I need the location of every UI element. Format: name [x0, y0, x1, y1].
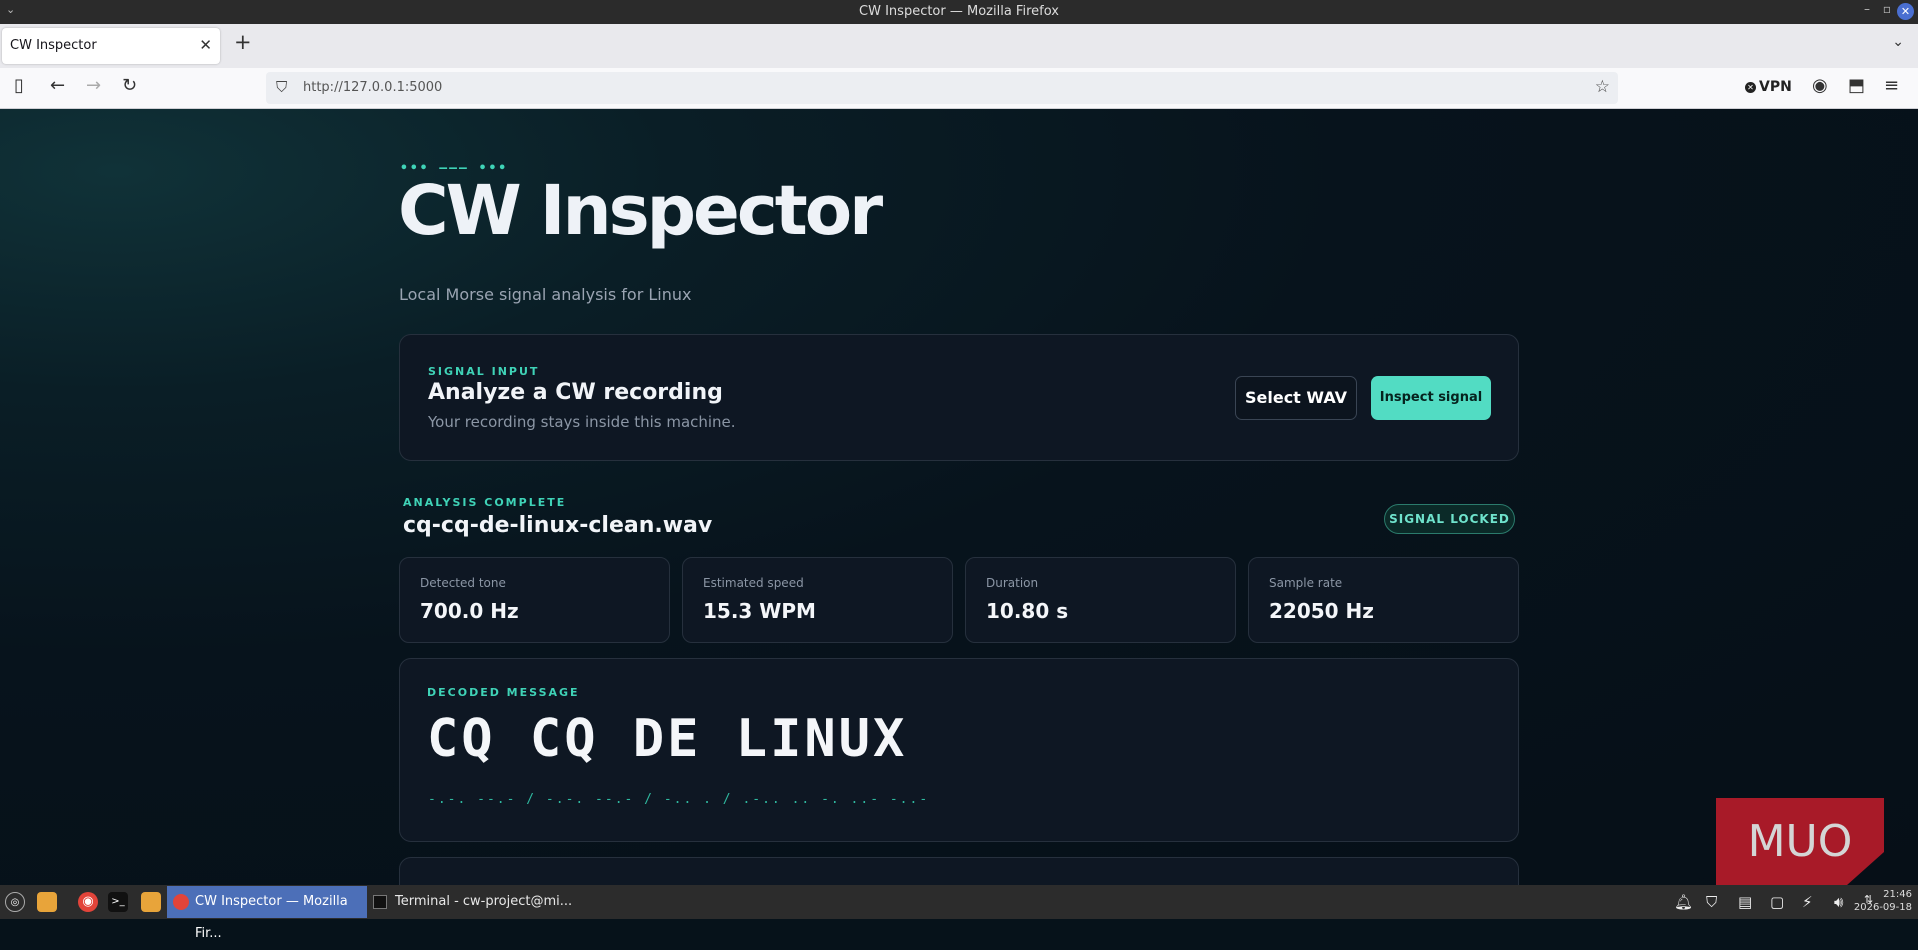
decoded-eyebrow: DECODED MESSAGE	[427, 686, 580, 699]
stat-value: 700.0 Hz	[420, 599, 519, 623]
page-subtitle: Local Morse signal analysis for Linux	[399, 285, 692, 304]
maximize-icon[interactable]: ▫	[1883, 2, 1891, 16]
stat-duration: Duration 10.80 s	[965, 557, 1236, 643]
account-icon[interactable]: ◉	[1812, 76, 1828, 96]
watermark-logo: MUO	[1716, 798, 1884, 885]
extensions-icon[interactable]: ⬒	[1848, 76, 1865, 96]
tab-bar: CW Inspector ✕ + ⌄	[0, 24, 1918, 68]
reload-icon[interactable]: ↻	[122, 76, 137, 96]
signal-input-eyebrow: SIGNAL INPUT	[428, 365, 540, 378]
close-window-icon[interactable]: ✕	[1897, 3, 1914, 20]
menu-icon[interactable]: ≡	[1884, 76, 1899, 96]
minimize-icon[interactable]: –	[1864, 2, 1870, 16]
stat-value: 15.3 WPM	[703, 599, 816, 623]
security-shield-icon[interactable]: ⛉	[1706, 893, 1717, 911]
signal-input-card: SIGNAL INPUT Analyze a CW recording Your…	[399, 334, 1519, 461]
sidebar-icon[interactable]: ▯	[14, 76, 24, 96]
window-title: CW Inspector — Mozilla Firefox	[859, 4, 1059, 19]
terminal-icon	[373, 895, 387, 909]
folder-icon[interactable]	[141, 892, 161, 912]
page-content: ••• ––– ••• CW Inspector Local Morse sig…	[0, 109, 1918, 885]
decoded-message-card: DECODED MESSAGE CQ CQ DE LINUX -.-. --.-…	[399, 658, 1519, 842]
tab-cw-inspector[interactable]: CW Inspector ✕	[2, 28, 220, 64]
stat-label: Sample rate	[1269, 576, 1343, 590]
vpn-button[interactable]: ✕ VPN	[1745, 79, 1792, 95]
vpn-off-icon: ✕	[1745, 82, 1756, 93]
stat-value: 10.80 s	[986, 599, 1069, 623]
firefox-icon	[173, 894, 189, 910]
stat-label: Detected tone	[420, 576, 506, 590]
url-text[interactable]: http://127.0.0.1:5000	[303, 80, 442, 95]
new-tab-icon[interactable]: +	[234, 30, 252, 54]
volume-icon[interactable]: 🔊︎	[1834, 893, 1843, 911]
display-icon[interactable]: ▢	[1770, 893, 1784, 911]
terminal-launcher-icon[interactable]: >_	[108, 892, 128, 912]
signal-input-description: Your recording stays inside this machine…	[428, 413, 736, 431]
analysis-eyebrow: ANALYSIS COMPLETE	[403, 496, 567, 509]
taskbar-item-label: CW Inspector — Mozilla Fir...	[195, 894, 348, 941]
close-tab-icon[interactable]: ✕	[199, 36, 212, 54]
forward-icon[interactable]: →	[86, 76, 101, 96]
signal-input-title: Analyze a CW recording	[428, 380, 723, 405]
stat-detected-tone: Detected tone 700.0 Hz	[399, 557, 670, 643]
start-menu-icon[interactable]: ◎	[5, 892, 25, 912]
taskbar: ◎ ◉ >_ CW Inspector — Mozilla Fir... Ter…	[0, 885, 1918, 941]
bookmark-star-icon[interactable]: ☆	[1595, 77, 1610, 97]
decoded-morse: -.-. --.- / -.-. --.- / -.. . / .-.. .. …	[428, 792, 930, 807]
navigation-bar: ▯ ← → ↻ ⛉ http://127.0.0.1:5000 ☆ ✕ VPN ◉…	[0, 68, 1918, 109]
power-icon[interactable]: ⚡︎	[1802, 893, 1813, 911]
window-titlebar: ⌄ CW Inspector — Mozilla Firefox – ▫ ✕	[0, 0, 1918, 24]
stat-label: Estimated speed	[703, 576, 804, 590]
clock-time: 21:46	[1883, 889, 1912, 900]
list-tabs-icon[interactable]: ⌄	[1892, 34, 1904, 50]
url-bar[interactable]: ⛉ http://127.0.0.1:5000 ☆	[266, 72, 1618, 104]
clipboard-icon[interactable]: ▤	[1738, 893, 1752, 911]
next-section-card	[399, 857, 1519, 885]
taskbar-item-terminal[interactable]: Terminal - cw-project@mi...	[369, 886, 579, 918]
clock[interactable]: 21:46 2026-09-18	[1854, 888, 1912, 914]
taskbar-item-label: Terminal - cw-project@mi...	[395, 894, 573, 909]
firefox-launcher-icon[interactable]: ◉	[78, 892, 98, 912]
vpn-label: VPN	[1759, 79, 1792, 95]
tab-title: CW Inspector	[10, 38, 97, 53]
back-icon[interactable]: ←	[50, 76, 65, 96]
select-wav-button[interactable]: Select WAV	[1235, 376, 1357, 420]
stat-value: 22050 Hz	[1269, 599, 1374, 623]
clock-date: 2026-09-18	[1853, 902, 1912, 913]
decoded-text: CQ CQ DE LINUX	[427, 709, 908, 769]
inspect-signal-button[interactable]: Inspect signal	[1371, 376, 1491, 420]
files-icon[interactable]	[37, 892, 57, 912]
taskbar-item-firefox[interactable]: CW Inspector — Mozilla Fir...	[167, 886, 367, 941]
analysis-filename: cq-cq-de-linux-clean.wav	[403, 513, 713, 538]
status-badge: SIGNAL LOCKED	[1384, 504, 1515, 534]
stat-sample-rate: Sample rate 22050 Hz	[1248, 557, 1519, 643]
stat-label: Duration	[986, 576, 1039, 590]
shield-icon[interactable]: ⛉	[276, 78, 287, 96]
stat-estimated-speed: Estimated speed 15.3 WPM	[682, 557, 953, 643]
page-title: CW Inspector	[398, 171, 883, 251]
notification-bell-icon[interactable]: 🔔︎	[1674, 893, 1693, 911]
